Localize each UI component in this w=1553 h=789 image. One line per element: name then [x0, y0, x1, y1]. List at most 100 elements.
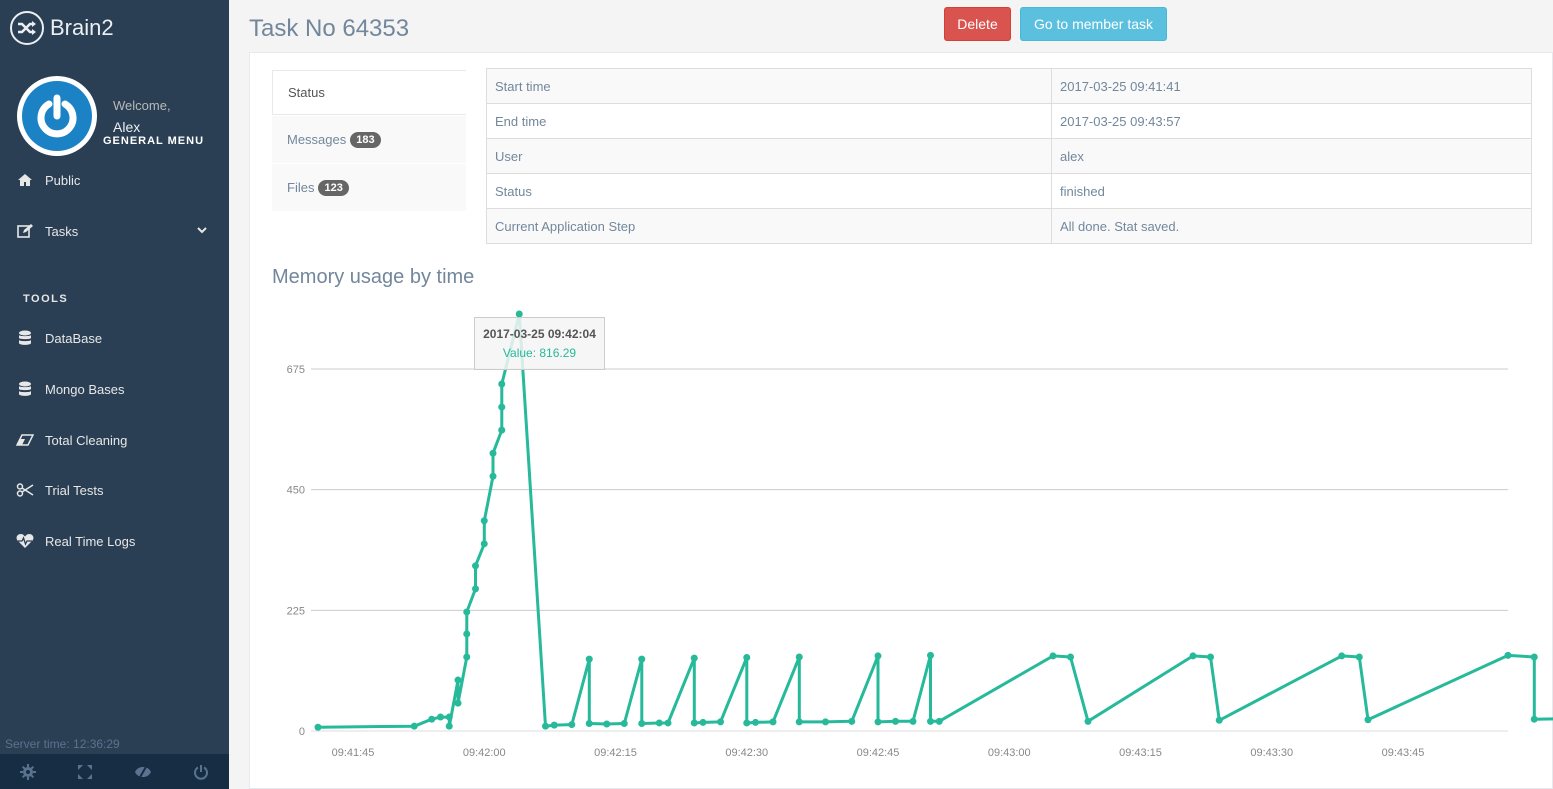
data-point — [655, 719, 663, 727]
data-point — [743, 719, 751, 727]
data-point — [1504, 651, 1512, 659]
sidebar-item-label: DataBase — [45, 330, 103, 346]
data-point — [437, 713, 444, 721]
x-tick-label: 09:43:00 — [988, 747, 1031, 759]
data-point — [480, 540, 488, 548]
data-point — [892, 717, 899, 725]
data-point — [489, 449, 497, 457]
memory-chart[interactable]: 0 225 450 675 09:41:45 09:42:00 09:42:15 09:42:… — [250, 53, 1553, 789]
shuffle-icon — [10, 11, 44, 45]
data-point — [927, 717, 934, 725]
sidebar-footer — [0, 754, 229, 789]
data-point — [769, 718, 777, 726]
data-point — [314, 723, 322, 731]
data-point — [463, 630, 471, 638]
data-point — [795, 653, 803, 661]
main-content: Task No 64353 Delete Go to member task S… — [229, 0, 1553, 789]
series-line — [317, 312, 1553, 729]
eye-slash-icon[interactable] — [134, 764, 152, 780]
data-point — [454, 676, 462, 684]
data-point — [752, 718, 759, 726]
sidebar-item-total-cleaning[interactable]: Total Cleaning — [0, 420, 229, 460]
data-point — [472, 562, 479, 570]
data-point — [445, 722, 453, 730]
data-point — [568, 721, 576, 729]
data-point — [927, 651, 934, 659]
data-point — [585, 655, 593, 663]
x-tick-label: 09:43:30 — [1250, 747, 1293, 759]
data-point — [848, 717, 856, 725]
data-point — [699, 718, 707, 726]
data-point — [463, 608, 471, 616]
sidebar-item-trial-tests[interactable]: Trial Tests — [0, 470, 229, 510]
username: Alex — [113, 119, 141, 135]
data-point — [874, 718, 882, 726]
x-tick-label: 09:42:45 — [857, 747, 900, 759]
sidebar-item-public[interactable]: Public — [0, 160, 229, 200]
data-point — [428, 715, 436, 723]
database-icon — [15, 330, 35, 346]
brand-name: Brain2 — [50, 15, 114, 40]
sidebar-item-label: Trial Tests — [45, 482, 104, 498]
sidebar-item-label: Public — [45, 172, 81, 188]
data-point — [717, 718, 724, 726]
data-point — [1049, 652, 1057, 660]
x-tick-label: 09:42:00 — [463, 747, 506, 759]
data-point — [874, 652, 882, 660]
data-point — [638, 655, 646, 663]
brand[interactable]: Brain2 — [10, 10, 114, 46]
home-icon — [15, 173, 35, 187]
data-point — [795, 718, 803, 726]
heartbeat-icon — [15, 533, 35, 549]
delete-button[interactable]: Delete — [944, 7, 1011, 41]
tooltip-value: Value: 816.29 — [502, 346, 577, 360]
data-point — [1189, 652, 1197, 660]
data-point — [1338, 652, 1346, 660]
server-time: Server time: 12:36:29 — [5, 737, 120, 751]
data-point — [472, 585, 479, 593]
sidebar-item-tasks[interactable]: Tasks — [0, 211, 229, 251]
fullscreen-icon[interactable] — [77, 764, 93, 780]
data-point — [1207, 653, 1214, 661]
go-to-member-task-button[interactable]: Go to member task — [1020, 7, 1167, 41]
data-point — [1355, 653, 1363, 661]
data-point — [542, 722, 549, 730]
chevron-down-icon — [197, 225, 207, 237]
data-point — [909, 717, 917, 725]
chart-tooltip: 2017-03-25 09:42:04 Value: 816.29 — [474, 317, 605, 370]
sidebar-item-mongo-bases[interactable]: Mongo Bases — [0, 369, 229, 409]
data-point — [498, 426, 506, 434]
power-icon[interactable] — [193, 764, 209, 780]
edit-icon — [15, 224, 35, 238]
x-tick-label: 09:43:15 — [1119, 747, 1162, 759]
scissors-icon — [15, 483, 35, 497]
y-tick-label: 225 — [287, 605, 305, 617]
x-tick-label: 09:42:30 — [725, 747, 768, 759]
settings-icon[interactable] — [20, 763, 37, 780]
data-point — [498, 380, 506, 388]
data-point — [1215, 716, 1223, 724]
welcome-text: Welcome, — [113, 98, 171, 113]
sidebar-item-label: Mongo Bases — [45, 381, 125, 397]
data-point — [489, 472, 497, 480]
data-point — [638, 719, 646, 727]
data-point — [822, 718, 829, 726]
data-point — [454, 699, 462, 707]
task-panel: Status Messages 183 Files 123 Start time… — [249, 52, 1553, 789]
data-point — [445, 713, 453, 721]
sidebar-item-database[interactable]: DataBase — [0, 318, 229, 358]
x-tick-label: 09:41:45 — [332, 747, 375, 759]
data-point — [1364, 716, 1372, 724]
database-icon — [15, 381, 35, 397]
x-tick-label: 09:43:45 — [1382, 747, 1425, 759]
data-point — [480, 517, 488, 525]
data-point — [550, 721, 558, 729]
y-tick-label: 675 — [287, 364, 305, 376]
data-point — [1530, 715, 1538, 723]
sidebar-item-real-time-logs[interactable]: Real Time Logs — [0, 521, 229, 561]
data-point — [620, 719, 628, 727]
tools-section-title: TOOLS — [23, 293, 69, 305]
tooltip-title: 2017-03-25 09:42:04 — [483, 327, 596, 341]
y-tick-label: 450 — [287, 485, 305, 497]
avatar — [17, 76, 97, 156]
